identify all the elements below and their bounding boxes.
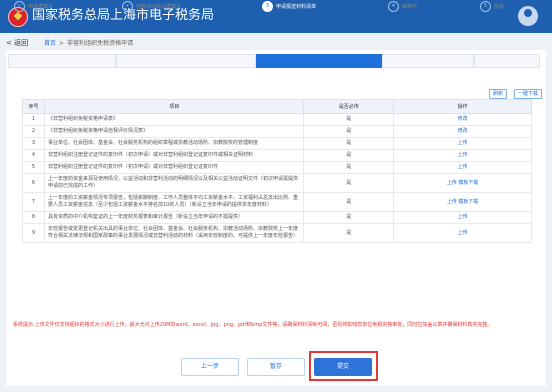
table-header-row: 序号 项目 是否必传 操作 <box>22 99 532 114</box>
col-seq: 序号 <box>22 99 45 114</box>
row-required: 是 <box>303 211 395 224</box>
row-seq: 1 <box>22 113 45 126</box>
row-item: 非营利组织注册登记证件的复印件（初次申请）或对非营利组织登记证复印件 <box>43 161 305 174</box>
row-seq: 9 <box>22 223 45 243</box>
table-row: 9 年检报告或变更登记机关出具的事业单位、社会团体、基金会、社会服务机构、宗教活动… <box>22 223 532 243</box>
table-row: 7 上一年度的工资薪金情况专项报告，包括薪酬制度、工作人员整体平均工资薪金水平、工… <box>22 192 532 212</box>
table-row: 5 非营利组织注册登记证件的复印件（初次申请）或对非营利组织登记证复印件是上传 <box>22 161 532 174</box>
row-item: 上一年度的工资薪金情况专项报告，包括薪酬制度、工作人员整体平均工资薪金水平、工资… <box>43 192 305 212</box>
step-segment-2 <box>116 54 256 68</box>
step-label: 申请报送材料清单 <box>276 4 317 10</box>
row-seq: 5 <box>22 161 45 174</box>
step-label: 自我评价情况表填写 <box>136 4 182 10</box>
step-label: 申请表填写 <box>28 4 54 10</box>
col-operation: 操作 <box>393 99 532 114</box>
row-required: 是 <box>303 125 395 138</box>
row-required: 是 <box>303 223 395 243</box>
table-row: 4 非营利组织注册登记证件的复印件（初次申请）或对非营利组织登记证复印件或相关证明… <box>22 149 532 162</box>
system-notice: 系统提示:上传文件仅支持超标的格式大小进行上传，最大允许上传20M的word、e… <box>13 322 493 328</box>
row-edit-link[interactable]: 修改 <box>393 125 532 138</box>
breadcrumb-separator: > <box>59 40 65 47</box>
row-item: 年检报告或变更登记机关出具的事业单位、社会团体、基金会、社会服务机构、宗教活动场… <box>43 223 305 243</box>
step-2: ✓ 自我评价情况表填写 <box>122 0 181 14</box>
row-upload-link[interactable]: 上传 <box>393 223 532 243</box>
step-4: 4 审核中 <box>388 0 417 14</box>
step-label: 审核中 <box>402 4 418 10</box>
row-seq: 2 <box>22 125 45 138</box>
breadcrumb-current: 非营利组织免税资格申请 <box>67 40 134 47</box>
check-icon: ✓ <box>122 1 133 12</box>
step-label: 完成 <box>494 4 505 10</box>
breadcrumb-home[interactable]: 首页 <box>44 40 56 47</box>
check-icon: ✓ <box>14 1 25 12</box>
back-link[interactable]: < 返回 <box>6 39 28 47</box>
materials-table: 序号 项目 是否必传 操作 1 《非营利组织免税资格申请表》是修改 2 《非营利组织… <box>22 99 532 243</box>
submit-highlight-box <box>309 351 378 381</box>
row-required: 是 <box>303 149 395 162</box>
step-number: 5 <box>480 1 491 12</box>
row-item: 《非营利组织免税资格申请自我评价情况表》 <box>43 125 305 138</box>
row-required: 是 <box>303 173 395 193</box>
step-number: 4 <box>388 1 399 12</box>
row-seq: 6 <box>22 173 45 193</box>
step-number: 3 <box>262 1 273 12</box>
col-required: 是否必传 <box>303 99 395 114</box>
batch-download-button[interactable]: 一键下载 <box>514 89 543 99</box>
row-required: 是 <box>303 192 395 212</box>
step-segment-1 <box>8 54 116 68</box>
row-upload-template-link[interactable]: 上传 模板下载 <box>393 173 532 193</box>
row-item: 事业单位、社会团体、基金会、社会服务机构的组织章程或宗教活动场所、宗教院校的管理… <box>43 137 305 150</box>
row-required: 是 <box>303 113 395 126</box>
row-item: 上一年度的资金来源及使用情况、公益活动和非营利活动的明细情况以及相关公益活动证明… <box>43 173 305 193</box>
row-required: 是 <box>303 161 395 174</box>
step-progress-bar <box>8 54 540 68</box>
table-row: 8 具有资质的中介机构鉴证的上一年度财务报表和审计报告（新设立当年申请的不需提供）… <box>22 211 532 224</box>
breadcrumb: < 返回 首页 > 非营利组织免税资格申请 <box>6 38 133 48</box>
table-row: 2 《非营利组织免税资格申请自我评价情况表》是修改 <box>22 125 532 138</box>
row-seq: 7 <box>22 192 45 212</box>
table-row: 6 上一年度的资金来源及使用情况、公益活动和非营利活动的明细情况以及相关公益活动证… <box>22 173 532 193</box>
row-upload-link[interactable]: 上传 <box>393 211 532 224</box>
step-1: ✓ 申请表填写 <box>14 0 53 14</box>
row-seq: 3 <box>22 137 45 150</box>
step-segment-5 <box>474 54 540 68</box>
save-draft-button[interactable]: 暂存 <box>247 358 305 376</box>
table-row: 1 《非营利组织免税资格申请表》是修改 <box>22 113 532 126</box>
col-item: 项目 <box>43 99 305 114</box>
row-seq: 8 <box>22 211 45 224</box>
row-item: 《非营利组织免税资格申请表》 <box>43 113 305 126</box>
prev-step-button[interactable]: 上一步 <box>181 358 239 376</box>
row-upload-link[interactable]: 上传 <box>393 149 532 162</box>
row-upload-link[interactable]: 上传 <box>393 137 532 150</box>
row-upload-template-link[interactable]: 上传 模板下载 <box>393 192 532 212</box>
step-3: 3 申请报送材料清单 <box>262 0 316 14</box>
row-seq: 4 <box>22 149 45 162</box>
row-upload-link[interactable]: 上传 <box>393 161 532 174</box>
table-row: 3 事业单位、社会团体、基金会、社会服务机构的组织章程或宗教活动场所、宗教院校的管… <box>22 137 532 150</box>
step-segment-4 <box>382 54 474 68</box>
refresh-button[interactable]: 刷新 <box>489 89 508 99</box>
row-required: 是 <box>303 137 395 150</box>
user-avatar-icon[interactable] <box>518 6 538 26</box>
row-item: 具有资质的中介机构鉴证的上一年度财务报表和审计报告（新设立当年申请的不需提供） <box>43 211 305 224</box>
step-segment-3 <box>256 54 382 68</box>
row-item: 非营利组织注册登记证件的复印件（初次申请）或对非营利组织登记证复印件或相关证明材… <box>43 149 305 162</box>
step-5: 5 完成 <box>480 0 504 14</box>
row-edit-link[interactable]: 修改 <box>393 113 532 126</box>
